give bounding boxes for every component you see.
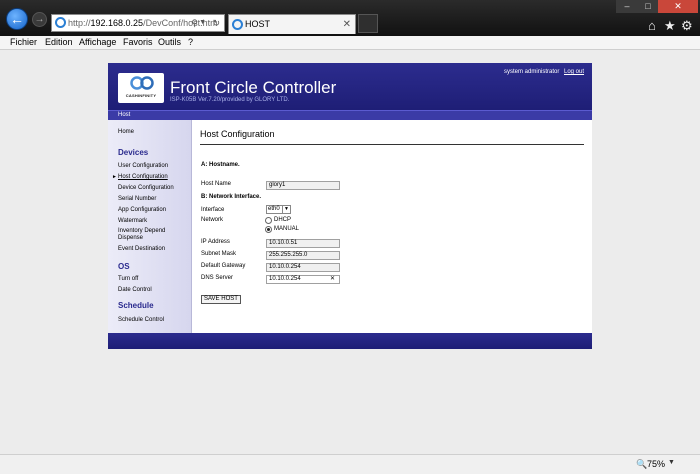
interface-label: Interface <box>201 207 225 213</box>
ip-address-input[interactable]: 10.10.0.51 <box>266 239 340 248</box>
menu-help[interactable]: ? <box>188 36 193 49</box>
sidebar-item-serial-number[interactable]: Serial Number <box>118 196 156 202</box>
section-network-interface: B: Network Interface. <box>201 194 262 200</box>
default-gateway-label: Default Gateway <box>201 263 246 269</box>
dhcp-radio[interactable] <box>265 217 272 224</box>
browser-toolbar: ← → http://192.168.0.25/DevConf/host.htm… <box>0 0 700 36</box>
subnet-mask-input[interactable]: 255.255.255.0 <box>266 251 340 260</box>
chevron-down-icon[interactable]: ▼ <box>199 15 206 31</box>
close-icon[interactable]: ✕ <box>343 15 351 34</box>
manual-radio-label: MANUAL <box>274 226 300 232</box>
menu-bar: Fichier Edition Affichage Favoris Outils… <box>0 36 700 50</box>
url-path: /DevConf/host.htm <box>143 18 218 28</box>
dns-server-input[interactable]: 10.10.0.254 <box>266 275 340 284</box>
sidebar-item-schedule-control[interactable]: Schedule Control <box>118 317 164 323</box>
main-content: Host Configuration A: Hostname. Host Nam… <box>192 120 592 333</box>
sidebar-item-home[interactable]: Home <box>118 129 134 135</box>
section-hostname: A: Hostname. <box>201 162 240 168</box>
menu-affichage[interactable]: Affichage <box>79 36 116 49</box>
menu-favoris[interactable]: Favoris <box>123 36 153 49</box>
sidebar-item-inventory-depend-dispense[interactable]: Inventory Depend Dispense <box>118 228 186 242</box>
cashinfinity-logo: CASHINFINITY <box>118 73 164 103</box>
home-icon[interactable]: ⌂ <box>648 18 656 33</box>
clear-icon[interactable]: ✕ <box>330 275 335 284</box>
app-footer <box>108 333 592 349</box>
logo-rings-icon <box>130 76 154 90</box>
forward-button[interactable]: → <box>32 12 47 27</box>
sidebar-item-device-configuration[interactable]: Device Configuration <box>118 185 174 191</box>
refresh-icon[interactable]: ↻ <box>212 15 220 31</box>
sidebar-item-date-control[interactable]: Date Control <box>118 287 152 293</box>
menu-outils[interactable]: Outils <box>158 36 181 49</box>
user-name: system administrator <box>504 69 560 75</box>
url-prefix: http:// <box>68 18 91 28</box>
ip-address-label: IP Address <box>201 239 230 245</box>
sidebar-item-watermark[interactable]: Watermark <box>118 218 147 224</box>
host-name-label: Host Name <box>201 181 232 187</box>
breadcrumb: Host <box>108 110 592 120</box>
save-host-button[interactable]: SAVE HOST <box>201 295 241 304</box>
status-bar: 🔍 75% ▼ <box>0 454 700 474</box>
minimize-button[interactable]: – <box>616 0 638 13</box>
manual-radio[interactable] <box>265 226 272 233</box>
active-item-arrow-icon: ► <box>112 174 117 180</box>
url-host: 192.168.0.25 <box>90 18 144 28</box>
back-button[interactable]: ← <box>6 8 28 30</box>
sidebar-section-os: OS <box>118 262 130 271</box>
subnet-mask-label: Subnet Mask <box>201 251 237 257</box>
sidebar-item-turn-off[interactable]: Turn off <box>118 276 138 282</box>
chevron-down-icon[interactable]: ▼ <box>668 459 675 466</box>
sidebar-section-devices: Devices <box>118 148 149 157</box>
address-bar[interactable]: http://192.168.0.25/DevConf/host.htm ⚲ ▼… <box>51 14 225 32</box>
dhcp-radio-label: DHCP <box>274 217 292 223</box>
app-title: Front Circle Controller <box>170 78 337 97</box>
ie-icon <box>55 17 66 28</box>
chevron-down-icon[interactable]: ▼ <box>282 205 291 214</box>
zoom-icon[interactable]: 🔍 <box>636 459 647 470</box>
dns-server-label: DNS Server <box>201 275 234 281</box>
tab-title: HOST <box>245 19 271 29</box>
page-title: Host Configuration <box>200 129 275 139</box>
zoom-level[interactable]: 75% <box>647 459 665 469</box>
sidebar-item-user-configuration[interactable]: User Configuration <box>118 163 168 169</box>
app-header: CASHINFINITY Front Circle Controller ISP… <box>108 63 592 110</box>
maximize-button[interactable]: □ <box>638 0 658 13</box>
star-icon[interactable]: ★ <box>664 18 676 34</box>
menu-edition[interactable]: Edition <box>45 36 73 49</box>
sidebar-item-app-configuration[interactable]: App Configuration <box>118 207 166 213</box>
ie-icon <box>232 19 243 30</box>
sidebar: Home Devices User Configuration ► Host C… <box>108 120 192 333</box>
menu-fichier[interactable]: Fichier <box>10 36 37 49</box>
network-label: Network <box>201 217 224 223</box>
tab-host[interactable]: HOST ✕ <box>228 14 356 34</box>
logout-link[interactable]: Log out <box>564 69 584 75</box>
app-version: ISP-K05B Ver.7.20/provided by GLORY LTD. <box>170 97 290 103</box>
app-container: CASHINFINITY Front Circle Controller ISP… <box>108 63 592 349</box>
sidebar-section-schedule: Schedule <box>118 301 154 310</box>
default-gateway-input[interactable]: 10.10.0.254 <box>266 263 340 272</box>
logo-text: CASHINFINITY <box>125 93 157 98</box>
sidebar-item-host-configuration[interactable]: Host Configuration <box>118 174 168 180</box>
window-close-button[interactable]: ✕ <box>658 0 698 13</box>
new-tab-button[interactable] <box>358 14 378 33</box>
host-name-input[interactable]: glory1 <box>266 181 340 190</box>
search-icon[interactable]: ⚲ <box>191 15 198 31</box>
gear-icon[interactable]: ⚙ <box>681 18 693 34</box>
sidebar-item-event-destination[interactable]: Event Destination <box>118 246 165 252</box>
title-divider <box>200 144 584 145</box>
